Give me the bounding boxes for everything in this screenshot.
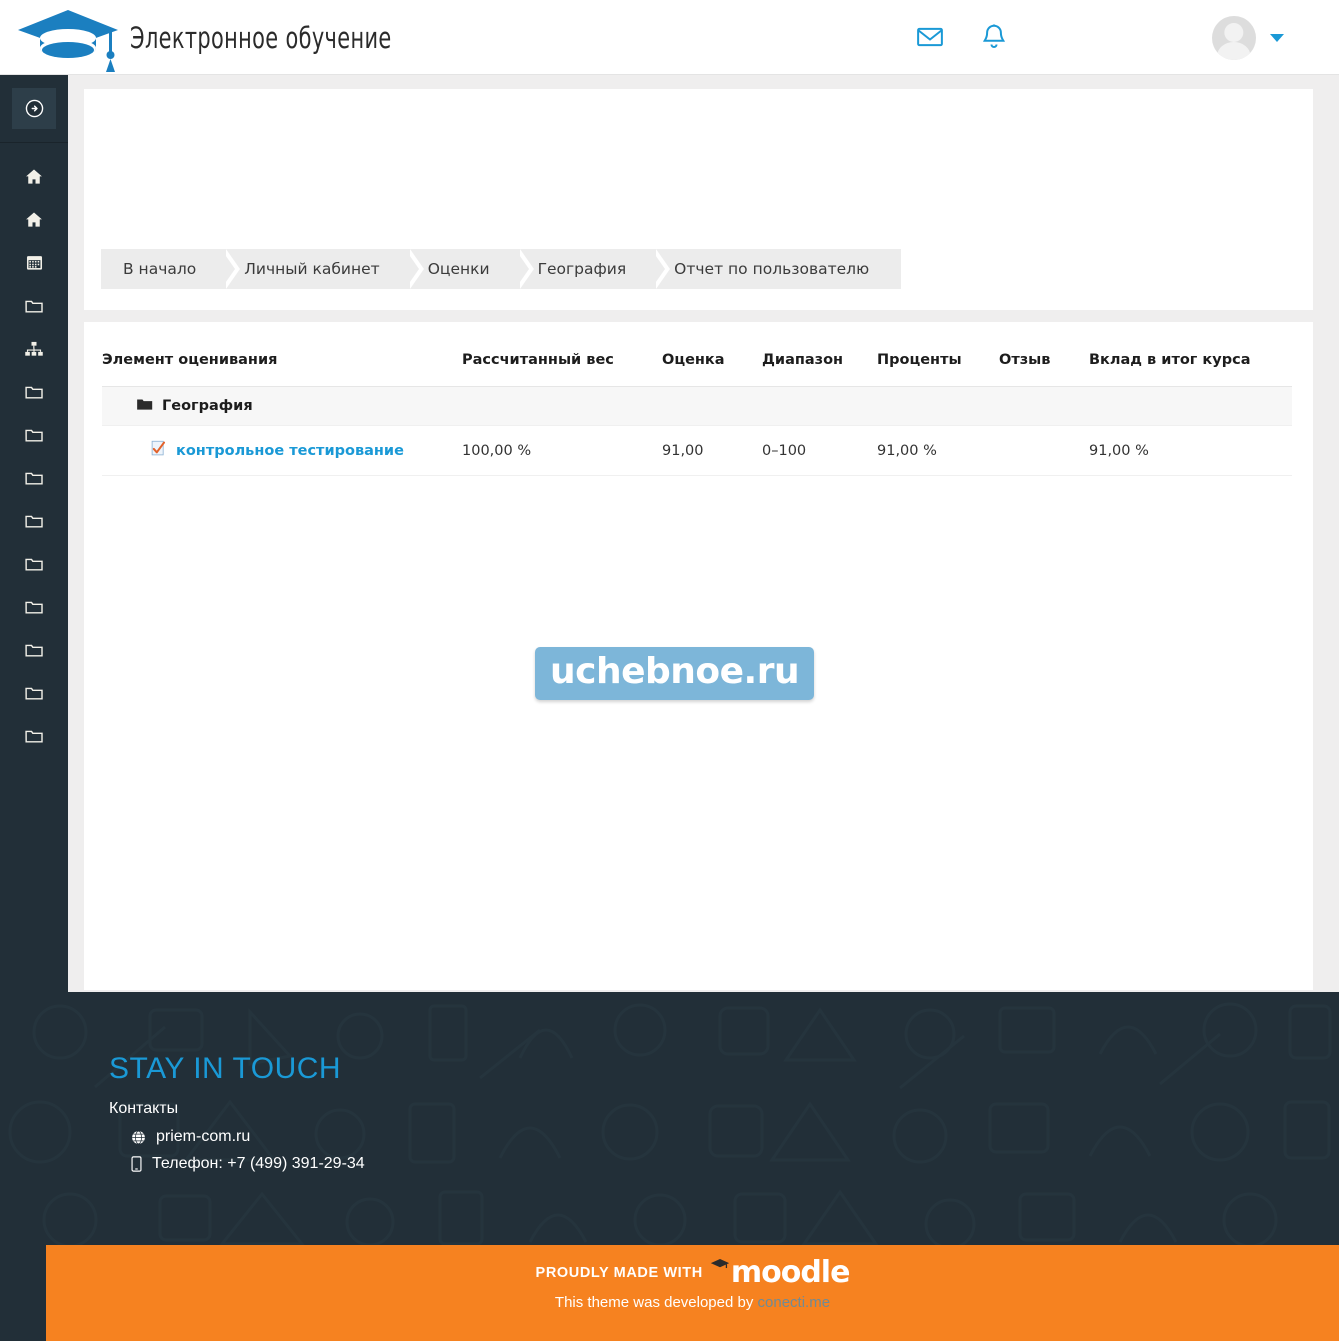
sidebar-item-course-3[interactable] — [0, 413, 68, 456]
cell-contribution: 91,00 % — [1089, 425, 1292, 476]
folder-icon — [136, 397, 153, 415]
breadcrumb-item-dashboard[interactable]: Личный кабинет — [222, 249, 425, 289]
column-header-weight: Рассчитанный вес — [462, 348, 662, 387]
table-body: География контрольное тестирование 100,0… — [102, 386, 1292, 476]
sidebar-item-course-5[interactable] — [0, 499, 68, 542]
breadcrumb-item-home[interactable]: В начало — [101, 249, 241, 289]
category-label: География — [162, 398, 253, 414]
sidebar-item-calendar[interactable] — [0, 241, 68, 284]
folder-icon — [24, 426, 44, 444]
breadcrumb-item-course[interactable]: География — [515, 249, 670, 289]
table-row-category: География — [102, 386, 1292, 426]
sidebar-item-course-1[interactable] — [0, 284, 68, 327]
breadcrumb-item-user-report: Отчет по пользователю — [652, 249, 902, 289]
column-header-range: Диапазон — [762, 348, 877, 387]
folder-icon — [24, 727, 44, 745]
sidebar-item-course-7[interactable] — [0, 585, 68, 628]
column-header-item: Элемент оценивания — [102, 348, 462, 387]
home-icon — [24, 167, 44, 187]
footer-contacts-label: Контакты — [109, 1100, 179, 1117]
breadcrumb: В начало Личный кабинет Оценки География… — [101, 249, 902, 289]
folder-icon — [24, 598, 44, 616]
quiz-icon — [150, 440, 167, 461]
theme-credit-line: This theme was developed by conecti.me — [46, 1294, 1339, 1311]
header-icon-group — [915, 22, 1009, 52]
theme-credit-prefix: This theme was developed by — [554, 1294, 758, 1311]
site-footer: STAY IN TOUCH Контакты priem-com.ru Теле… — [0, 992, 1339, 1245]
sidebar-item-course-2[interactable] — [0, 370, 68, 413]
table-header: Элемент оценивания Рассчитанный вес Оцен… — [102, 348, 1292, 387]
bell-icon[interactable] — [979, 22, 1009, 52]
cell-feedback — [999, 425, 1089, 476]
sidebar-toggle-button[interactable] — [12, 88, 56, 129]
sidebar-item-sitemap[interactable] — [0, 327, 68, 370]
arrow-right-circle-icon — [24, 98, 45, 119]
folder-icon — [24, 512, 44, 530]
footer-content: STAY IN TOUCH Контакты priem-com.ru Теле… — [109, 1052, 365, 1182]
watermark: uchebnoe.ru — [535, 647, 815, 700]
envelope-icon[interactable] — [915, 22, 945, 52]
proudly-made-with-text: PROUDLY MADE WITH — [535, 1264, 703, 1281]
table-row: контрольное тестирование 100,00 % 91,00 … — [102, 425, 1292, 476]
footer-phone-text: Телефон: +7 (499) 391-29-34 — [152, 1155, 365, 1172]
sidebar-toggle-row — [0, 75, 68, 143]
brand-name: Электронное обучение — [130, 21, 392, 55]
column-header-feedback: Отзыв — [999, 348, 1089, 387]
cell-grade: 91,00 — [662, 425, 762, 476]
sidebar-item-course-8[interactable] — [0, 628, 68, 671]
user-grade-report-table: Элемент оценивания Рассчитанный вес Оцен… — [102, 348, 1292, 476]
cell-percentage: 91,00 % — [877, 425, 999, 476]
sidebar-item-course-6[interactable] — [0, 542, 68, 585]
moodle-line: PROUDLY MADE WITH moodle — [46, 1245, 1339, 1288]
cell-weight: 100,00 % — [462, 425, 662, 476]
folder-icon — [24, 684, 44, 702]
column-header-contribution: Вклад в итог курса — [1089, 348, 1292, 387]
footer-phone-row: Телефон: +7 (499) 391-29-34 — [131, 1155, 365, 1173]
grade-item-link[interactable]: контрольное тестирование — [176, 443, 404, 459]
mobile-phone-icon — [131, 1156, 142, 1172]
top-header: Электронное обучение — [0, 0, 1339, 75]
folder-icon — [24, 641, 44, 659]
folder-icon — [24, 469, 44, 487]
sidebar-item-home[interactable] — [0, 155, 68, 198]
folder-icon — [24, 555, 44, 573]
folder-icon — [24, 297, 44, 315]
grade-item-cell: контрольное тестирование — [102, 425, 462, 476]
conecti-link[interactable]: conecti.me — [758, 1294, 831, 1311]
left-sidebar — [0, 75, 68, 992]
graduation-cap-icon — [709, 1257, 731, 1276]
cell-range: 0–100 — [762, 425, 877, 476]
sidebar-item-course-9[interactable] — [0, 671, 68, 714]
sidebar-nav-list — [0, 143, 68, 757]
sidebar-item-course-10[interactable] — [0, 714, 68, 757]
home-icon — [24, 210, 44, 230]
user-menu[interactable] — [1212, 16, 1284, 60]
footer-title: STAY IN TOUCH — [109, 1052, 342, 1085]
category-cell: География — [102, 386, 1292, 426]
table-header-row: Элемент оценивания Рассчитанный вес Оцен… — [102, 348, 1292, 387]
sidebar-item-course-4[interactable] — [0, 456, 68, 499]
column-header-percentage: Проценты — [877, 348, 999, 387]
avatar — [1212, 16, 1256, 60]
column-header-grade: Оценка — [662, 348, 762, 387]
sidebar-item-dashboard[interactable] — [0, 198, 68, 241]
moodle-credit-bar: PROUDLY MADE WITH moodle This theme was … — [46, 1245, 1339, 1341]
brand-logo-link[interactable]: Электронное обучение — [14, 4, 493, 72]
chevron-down-icon[interactable] — [1270, 34, 1284, 42]
calendar-icon — [25, 253, 44, 272]
folder-icon — [24, 383, 44, 401]
moodle-wordmark: moodle — [730, 1254, 851, 1290]
graduation-cap-icon — [14, 4, 122, 72]
footer-website-row[interactable]: priem-com.ru — [131, 1128, 365, 1146]
sitemap-icon — [24, 340, 44, 358]
globe-icon — [131, 1130, 146, 1145]
footer-website-link[interactable]: priem-com.ru — [156, 1128, 250, 1146]
